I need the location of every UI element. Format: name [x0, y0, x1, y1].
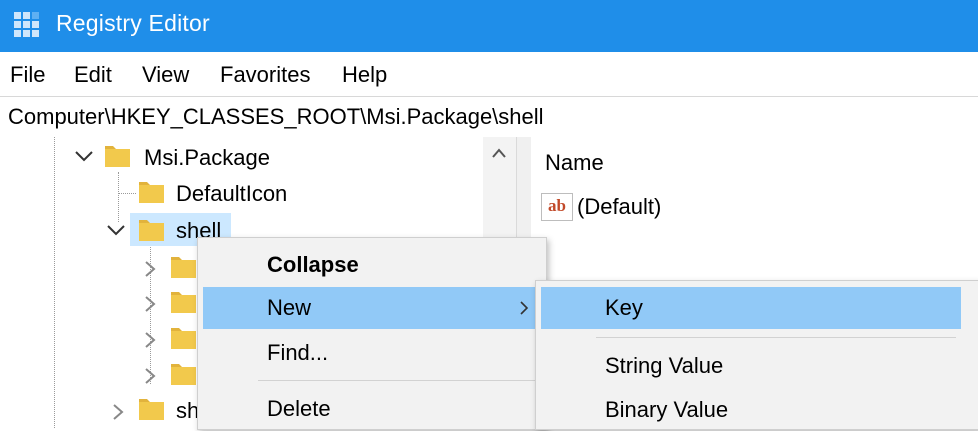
folder-icon[interactable]	[170, 360, 197, 387]
new-submenu: Key String Value Binary Value	[535, 280, 978, 430]
chevron-right-icon[interactable]	[144, 367, 156, 385]
value-name: (Default)	[577, 194, 662, 219]
menu-separator	[596, 337, 956, 338]
folder-icon	[139, 220, 164, 241]
submenu-label: Binary Value	[605, 397, 729, 422]
title-bar: Registry Editor	[0, 0, 978, 52]
submenu-key[interactable]: Key	[541, 287, 961, 329]
menu-separator	[258, 380, 536, 381]
submenu-arrow-icon	[520, 301, 529, 315]
context-menu-label: Collapse	[267, 252, 359, 277]
menu-bar: File Edit View Favorites Help	[0, 52, 978, 96]
context-menu-delete[interactable]: Delete	[203, 388, 541, 430]
scroll-up-icon[interactable]	[491, 147, 507, 159]
context-menu-label: Find...	[267, 340, 329, 365]
ab-string-icon: ab	[541, 193, 573, 221]
submenu-string-value[interactable]: String Value	[541, 345, 961, 387]
tree-line	[54, 137, 55, 428]
tree-node-msi-package[interactable]: Msi.Package	[144, 145, 270, 171]
menu-favorites[interactable]: Favorites	[220, 62, 310, 88]
tree-line	[118, 172, 119, 222]
submenu-label: String Value	[605, 353, 724, 378]
menu-edit[interactable]: Edit	[74, 62, 112, 88]
folder-icon[interactable]	[170, 253, 197, 280]
submenu-label: Key	[605, 295, 643, 320]
column-header-name[interactable]: Name	[545, 150, 604, 176]
registry-icon	[14, 12, 39, 37]
chevron-right-icon[interactable]	[144, 260, 156, 278]
context-menu: Collapse New Find... Delete	[197, 237, 547, 430]
chevron-down-icon[interactable]	[74, 150, 94, 164]
tree-line	[118, 193, 136, 194]
folder-icon[interactable]	[170, 324, 197, 351]
menu-file[interactable]: File	[10, 62, 45, 88]
tree-node-defaulticon[interactable]: DefaultIcon	[176, 181, 287, 207]
menu-view[interactable]: View	[142, 62, 189, 88]
folder-icon[interactable]	[170, 288, 197, 315]
context-menu-label: Delete	[267, 396, 331, 421]
folder-icon	[139, 399, 164, 420]
context-menu-collapse[interactable]: Collapse	[203, 244, 541, 286]
submenu-binary-value[interactable]: Binary Value	[541, 389, 961, 431]
chevron-right-icon[interactable]	[144, 295, 156, 313]
address-bar[interactable]: Computer\HKEY_CLASSES_ROOT\Msi.Package\s…	[0, 96, 978, 138]
folder-icon	[139, 182, 164, 203]
context-menu-new[interactable]: New	[203, 287, 541, 329]
tree-node-sh[interactable]: sh	[176, 398, 199, 424]
chevron-down-icon[interactable]	[106, 224, 126, 238]
context-menu-find[interactable]: Find...	[203, 332, 541, 374]
window-title: Registry Editor	[56, 10, 210, 36]
address-path[interactable]: Computer\HKEY_CLASSES_ROOT\Msi.Package\s…	[8, 104, 544, 130]
chevron-right-icon[interactable]	[144, 331, 156, 349]
context-menu-label: New	[267, 295, 312, 320]
chevron-right-icon[interactable]	[112, 403, 124, 421]
folder-icon	[105, 146, 130, 167]
menu-help[interactable]: Help	[342, 62, 387, 88]
